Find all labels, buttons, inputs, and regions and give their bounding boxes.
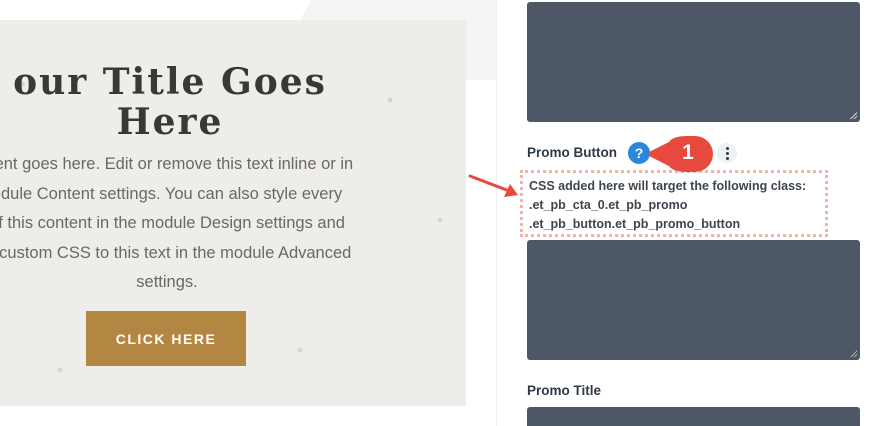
help-line: CSS added here will target the following… [529, 179, 807, 193]
promo-title-line-2: Here [116, 101, 224, 143]
settings-panel: Promo Button ? 1 CSS added here will tar… [496, 0, 880, 426]
body-line: of this content in the module Design set… [0, 214, 345, 232]
module-preview: our Title Goes Here ntent goes here. Edi… [0, 0, 496, 426]
help-line: .et_pb_cta_0.et_pb_promo [529, 198, 688, 212]
annotation-arrow-icon [468, 174, 518, 197]
help-line: .et_pb_button.et_pb_promo_button [529, 217, 741, 231]
promo-title-line-1: our Title Goes [13, 61, 327, 103]
body-line: ntent goes here. Edit or remove this tex… [0, 155, 354, 173]
step-number: 1 [682, 141, 694, 164]
promo-body-text[interactable]: ntent goes here. Edit or remove this tex… [0, 150, 404, 298]
call-to-action-module[interactable]: our Title Goes Here ntent goes here. Edi… [0, 20, 466, 406]
promo-title[interactable]: our Title Goes Here [0, 62, 410, 142]
promo-title-css-textarea[interactable] [527, 407, 860, 426]
resize-handle-icon[interactable] [850, 112, 857, 119]
promo-button-css-textarea[interactable] [527, 240, 860, 360]
resize-handle-icon[interactable] [850, 350, 857, 357]
body-line: ly custom CSS to this text in the module… [0, 243, 352, 262]
custom-css-textarea-top[interactable] [527, 2, 860, 122]
more-options-icon[interactable] [717, 143, 737, 163]
body-line: odule Content settings. You can also sty… [0, 184, 343, 203]
click-here-button[interactable]: CLICK HERE [86, 311, 246, 366]
promo-button-label: Promo Button [527, 145, 617, 160]
help-question-icon[interactable]: ? [628, 142, 650, 164]
css-help-text: CSS added here will target the following… [520, 170, 828, 237]
body-line: settings. [136, 273, 198, 291]
promo-title-label: Promo Title [527, 383, 602, 398]
